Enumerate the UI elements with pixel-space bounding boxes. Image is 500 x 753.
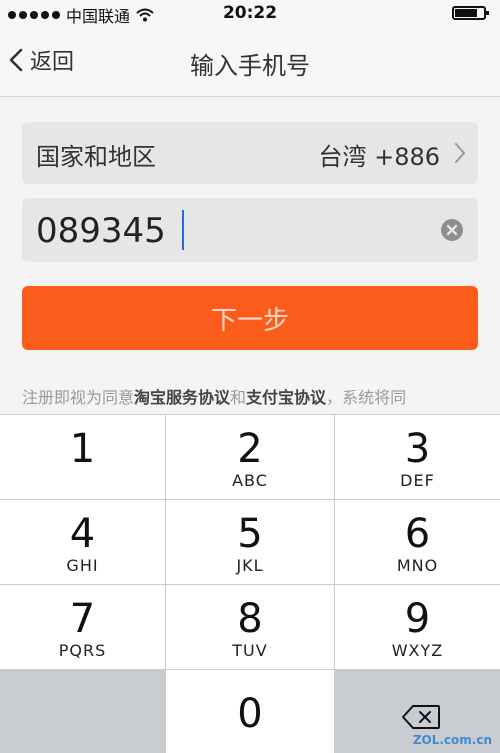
key-5[interactable]: 5 JKL	[166, 500, 334, 584]
taobao-service-agreement-link[interactable]: 淘宝服务协议	[134, 388, 230, 407]
agreement-text: 注册即视为同意淘宝服务协议和支付宝协议，系统将同	[22, 384, 484, 412]
status-bar: 中国联通 20:22	[0, 0, 500, 28]
text-caret	[182, 210, 184, 250]
key-6[interactable]: 6 MNO	[335, 500, 500, 584]
key-digit: 5	[237, 511, 263, 557]
region-selector[interactable]: 国家和地区 台湾 +886	[22, 122, 478, 184]
key-4[interactable]: 4 GHI	[0, 500, 165, 584]
delete-key[interactable]: ZOL.com.cn	[335, 670, 500, 753]
key-digit: 8	[237, 596, 263, 642]
numeric-keypad: 1 2 ABC 3 DEF 4 GHI 5 JKL 6 MNO 7 PQRS 8…	[0, 414, 500, 753]
agreement-and: 和	[230, 388, 247, 407]
agreement-suffix: ，系统将同	[326, 388, 407, 407]
key-letters: MNO	[396, 556, 439, 575]
key-letters: TUV	[232, 641, 268, 660]
region-label: 国家和地区	[36, 143, 156, 171]
region-value: 台湾 +886	[318, 143, 440, 171]
clear-icon[interactable]	[440, 218, 464, 242]
key-blank	[0, 670, 165, 753]
key-letters: GHI	[66, 556, 99, 575]
status-time: 20:22	[222, 3, 278, 23]
alipay-agreement-link[interactable]: 支付宝协议	[246, 388, 326, 407]
key-3[interactable]: 3 DEF	[335, 415, 500, 499]
phone-field	[22, 198, 478, 262]
page-title: 输入手机号	[190, 52, 310, 80]
key-digit: 1	[69, 426, 96, 472]
key-0[interactable]: 0	[166, 670, 334, 753]
watermark: ZOL.com.cn	[412, 733, 492, 747]
key-8[interactable]: 8 TUV	[166, 585, 334, 669]
key-digit: 9	[404, 596, 431, 642]
key-1[interactable]: 1	[0, 415, 165, 499]
key-digit: 6	[404, 511, 431, 557]
battery-icon	[452, 6, 489, 20]
agreement-prefix: 注册即视为同意	[22, 388, 135, 407]
backspace-icon	[402, 705, 440, 729]
key-digit: 7	[69, 596, 96, 642]
key-digit: 4	[69, 511, 96, 557]
key-letters: PQRS	[58, 641, 107, 660]
key-digit: 2	[237, 426, 263, 472]
key-7[interactable]: 7 PQRS	[0, 585, 165, 669]
chevron-right-icon	[455, 143, 465, 163]
key-letters: WXYZ	[391, 641, 444, 660]
key-digit: 3	[404, 426, 431, 472]
key-digit: 0	[237, 691, 263, 737]
key-9[interactable]: 9 WXYZ	[335, 585, 500, 669]
nav-bar: 返回 输入手机号	[0, 28, 500, 97]
key-letters: ABC	[232, 471, 268, 490]
key-2[interactable]: 2 ABC	[166, 415, 334, 499]
next-step-button[interactable]: 下一步	[22, 286, 478, 350]
phone-input[interactable]	[34, 208, 428, 254]
key-letters: DEF	[400, 471, 435, 490]
key-letters: JKL	[236, 556, 264, 575]
